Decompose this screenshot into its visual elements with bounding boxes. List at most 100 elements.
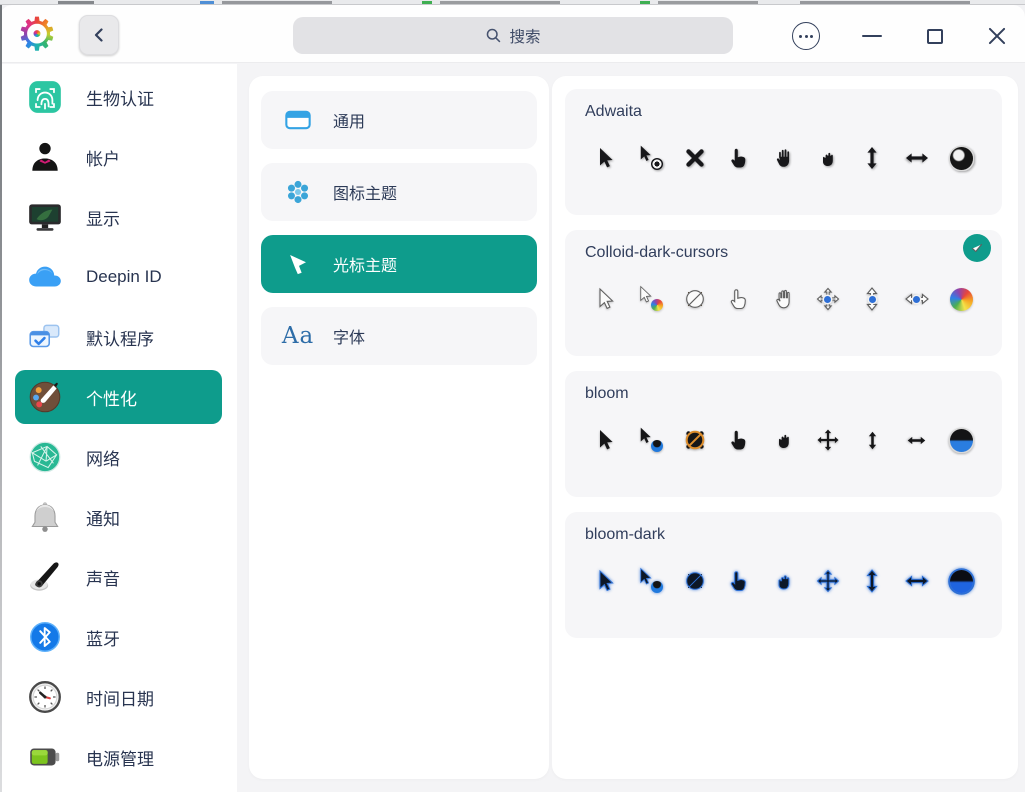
cursor-hand-pointing-icon: [724, 143, 754, 173]
cursor-hand-open-icon: [769, 284, 799, 314]
cursor-wait-disc-icon: [946, 143, 976, 173]
cursor-working-arrow-icon: [635, 425, 665, 455]
nav-item-label: 通用: [333, 114, 366, 131]
cursor-preview-row: [585, 143, 982, 173]
network-globe-icon: [26, 438, 64, 476]
cursor-hand-grab-icon: [813, 143, 843, 173]
sound-speaker-icon: [26, 558, 64, 596]
sidebar-item-label: Deepin ID: [86, 267, 162, 286]
personalization-nav-panel: 通用 图标主题 光标主题 Aa 字体: [249, 76, 549, 779]
sidebar-item-accounts[interactable]: 帐户: [0, 127, 237, 187]
cursor-hand-grab-icon: [769, 566, 799, 596]
sidebar-item-label: 时间日期: [86, 689, 154, 709]
cursor-working-arrow-icon: [635, 284, 665, 314]
cursor-resize-vertical-icon: [857, 425, 887, 455]
settings-gear-logo: ⚙: [12, 7, 62, 61]
theme-name: bloom-dark: [585, 526, 666, 543]
cursor-default-arrow-icon: [591, 143, 621, 173]
nav-item-fonts[interactable]: Aa 字体: [261, 307, 537, 365]
cursor-wait-disc-icon: [946, 566, 976, 596]
cursor-working-arrow-icon: [635, 143, 665, 173]
nav-item-label: 字体: [333, 330, 366, 347]
cursor-resize-horizontal-icon: [902, 284, 932, 314]
sidebar-item-personalization[interactable]: 个性化: [15, 370, 222, 424]
back-button[interactable]: [79, 15, 119, 55]
cursor-cross-icon: [680, 143, 710, 173]
nav-item-icon-theme[interactable]: 图标主题: [261, 163, 537, 221]
search-placeholder: 搜索: [509, 28, 541, 46]
cursor-wait-rainbow-icon: [946, 284, 976, 314]
sidebar-item-notifications[interactable]: 通知: [0, 487, 237, 547]
nav-item-cursor-theme[interactable]: 光标主题: [261, 235, 537, 293]
cursor-wait-disc-icon: [946, 425, 976, 455]
sidebar-item-power[interactable]: 电源管理: [0, 727, 237, 787]
chevron-left-icon: [94, 28, 103, 42]
cursor-theme-card-adwaita[interactable]: Adwaita: [565, 89, 1002, 215]
cursor-hand-pointing-icon: [724, 566, 754, 596]
theme-name: bloom: [585, 385, 629, 402]
sidebar-item-label: 显示: [86, 209, 120, 229]
general-window-icon: [283, 105, 313, 135]
fingerprint-icon: [26, 78, 64, 116]
sidebar-item-label: 默认程序: [86, 329, 154, 349]
sidebar-item-default-apps[interactable]: 默认程序: [0, 307, 237, 367]
cursor-resize-horizontal-icon: [902, 566, 932, 596]
nav-item-label: 光标主题: [333, 258, 398, 275]
cursor-resize-vertical-icon: [857, 284, 887, 314]
battery-icon: [26, 738, 64, 776]
sidebar-item-bluetooth[interactable]: 蓝牙: [0, 607, 237, 667]
sidebar-item-label: 通知: [86, 509, 120, 529]
bluetooth-icon: [26, 618, 64, 656]
sidebar: 生物认证 帐户 显示 Deepin ID 默认程序 个性化 网络 通知 声音 蓝…: [0, 64, 237, 792]
sidebar-item-label: 生物认证: [86, 89, 154, 109]
sidebar-item-label: 电源管理: [86, 749, 154, 769]
cursor-hand-pointing-icon: [724, 284, 754, 314]
cursor-unavailable-icon: [680, 425, 710, 455]
nav-item-general[interactable]: 通用: [261, 91, 537, 149]
icon-theme-flower-icon: [283, 177, 313, 207]
nav-item-label: 图标主题: [333, 186, 398, 203]
background-window-edge: [0, 5, 2, 792]
sidebar-item-sound[interactable]: 声音: [0, 547, 237, 607]
sidebar-item-network[interactable]: 网络: [0, 427, 237, 487]
cursor-working-arrow-icon: [635, 566, 665, 596]
minimize-icon: [862, 35, 882, 37]
cursor-theme-card-bloom-dark[interactable]: bloom-dark: [565, 512, 1002, 638]
clock-icon: [26, 678, 64, 716]
close-button[interactable]: [980, 19, 1014, 53]
cursor-move-cross-icon: [813, 425, 843, 455]
search-input[interactable]: 搜索: [293, 17, 733, 54]
cursor-hand-grab-icon: [769, 425, 799, 455]
maximize-button[interactable]: [918, 19, 952, 53]
more-options-button[interactable]: [792, 22, 820, 50]
cursor-resize-horizontal-icon: [902, 425, 932, 455]
cursor-arrow-icon: [283, 249, 313, 279]
sidebar-item-label: 网络: [86, 449, 120, 469]
sidebar-item-label: 帐户: [86, 149, 120, 169]
theme-name: Colloid-dark-cursors: [585, 244, 729, 261]
cloud-icon: [26, 258, 64, 296]
sidebar-item-display[interactable]: 显示: [0, 187, 237, 247]
maximize-icon: [927, 28, 943, 44]
font-sample-icon: Aa: [281, 323, 315, 349]
cursor-move-cross-icon: [813, 566, 843, 596]
cursor-theme-card-colloid-dark[interactable]: Colloid-dark-cursors: [565, 230, 1002, 356]
theme-name: Adwaita: [585, 103, 642, 120]
notification-bell-icon: [26, 498, 64, 536]
cursor-theme-card-bloom[interactable]: bloom: [565, 371, 1002, 497]
display-monitor-icon: [26, 198, 64, 236]
cursor-unavailable-icon: [680, 284, 710, 314]
cursor-default-arrow-icon: [591, 425, 621, 455]
minimize-button[interactable]: [855, 19, 889, 53]
cursor-resize-vertical-icon: [857, 566, 887, 596]
selected-checkmark-icon: [963, 234, 991, 262]
sidebar-item-label: 声音: [86, 569, 120, 589]
cursor-resize-horizontal-icon: [902, 143, 932, 173]
sidebar-item-time-date[interactable]: 时间日期: [0, 667, 237, 727]
search-icon: [487, 28, 501, 43]
close-icon: [987, 26, 1007, 46]
sidebar-item-deepin-id[interactable]: Deepin ID: [0, 247, 237, 307]
personalization-palette-icon: [26, 378, 64, 416]
titlebar: ⚙ 搜索: [0, 5, 1025, 63]
sidebar-item-biometric[interactable]: 生物认证: [0, 67, 237, 127]
